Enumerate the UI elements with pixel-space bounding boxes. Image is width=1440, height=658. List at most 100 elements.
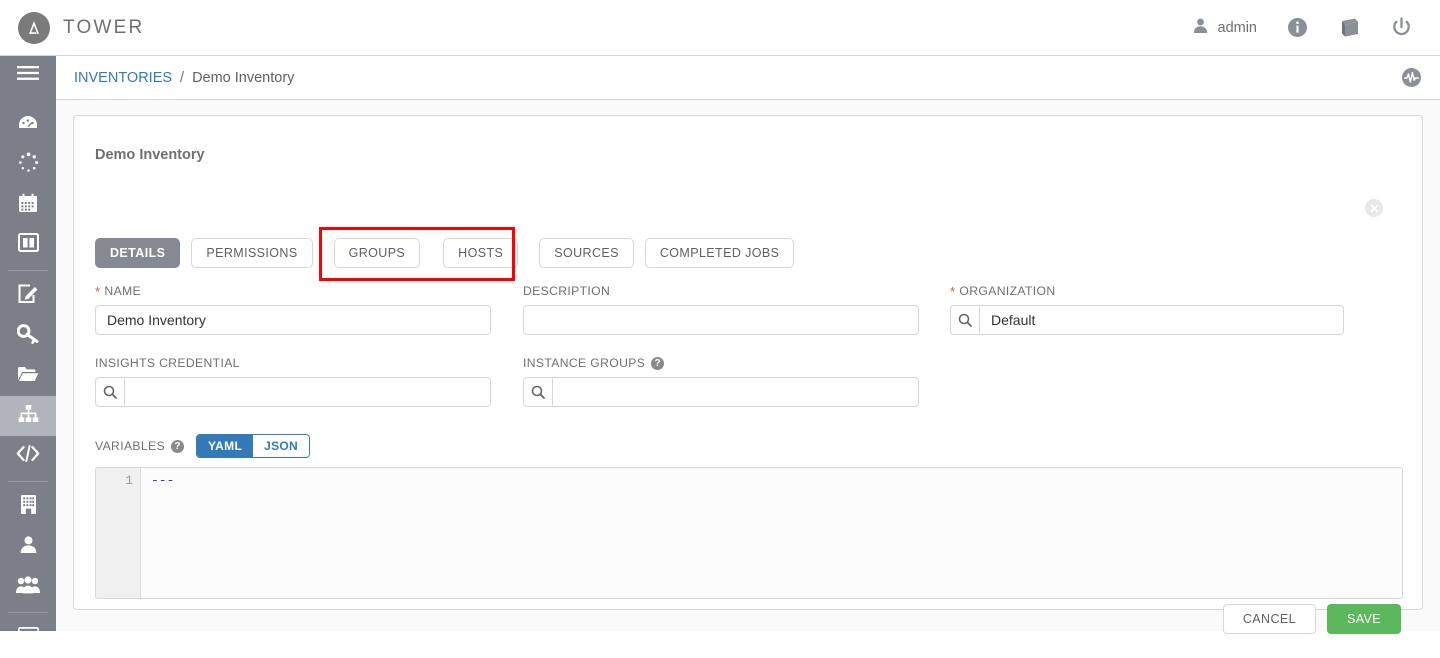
sidebar-item-teams[interactable] [0, 567, 56, 607]
sidebar-item-organizations[interactable] [0, 487, 56, 527]
search-icon[interactable] [524, 378, 553, 406]
required-marker: * [95, 285, 100, 298]
inventory-detail-card: Demo Inventory DETAILS PERMISSIONS GROUP… [73, 115, 1423, 610]
sidebar-divider [8, 612, 48, 613]
tower-logo-icon [18, 12, 50, 44]
header-actions: admin [1192, 17, 1413, 39]
tab-permissions[interactable]: PERMISSIONS [191, 238, 312, 268]
field-name-label-text: NAME [104, 284, 141, 298]
tab-bar: DETAILS PERMISSIONS GROUPS HOSTS SOURCES… [95, 238, 794, 268]
sidebar-item-inventory-scripts[interactable] [0, 436, 56, 476]
list-icon [18, 627, 39, 649]
field-insights-credential: INSIGHTS CREDENTIAL [95, 356, 491, 407]
sidebar-item-notifications[interactable] [0, 618, 56, 658]
variables-editor[interactable]: 1 --- [95, 467, 1403, 599]
required-marker: * [950, 285, 955, 298]
form-row-2: INSIGHTS CREDENTIAL INSTANCE GROUPS ? [95, 356, 1403, 407]
sidebar-item-inventories[interactable] [0, 396, 56, 436]
building-icon [20, 494, 37, 520]
info-icon[interactable] [1287, 17, 1308, 38]
breadcrumb-separator: / [180, 70, 184, 86]
description-input[interactable] [523, 305, 919, 335]
save-button[interactable]: SAVE [1327, 604, 1401, 634]
field-description-label-text: DESCRIPTION [523, 284, 610, 298]
variables-label: VARIABLES [95, 439, 165, 453]
toggle-json[interactable]: JSON [253, 435, 309, 457]
sidebar-item-templates[interactable] [0, 276, 56, 316]
dashboard-gauge-icon [17, 114, 39, 137]
user-icon [19, 535, 38, 559]
activity-stream-icon[interactable] [1401, 67, 1422, 88]
calendar-icon [18, 193, 38, 218]
field-description-label: DESCRIPTION [523, 284, 919, 298]
name-input[interactable]: Demo Inventory [95, 305, 491, 335]
portal-columns-icon [18, 233, 39, 257]
close-icon[interactable] [1365, 199, 1383, 217]
app-header: TOWER admin [0, 0, 1440, 56]
main-content: INVENTORIES / Demo Inventory Demo Invent… [56, 56, 1440, 631]
field-instance-groups-label: INSTANCE GROUPS ? [523, 356, 919, 370]
breadcrumb-current: Demo Inventory [192, 70, 294, 86]
book-icon[interactable] [1338, 17, 1361, 38]
tab-hosts[interactable]: HOSTS [443, 238, 518, 268]
field-insights-credential-label: INSIGHTS CREDENTIAL [95, 356, 491, 370]
search-icon[interactable] [96, 378, 125, 406]
variables-section: VARIABLES ? YAML JSON 1 --- [95, 434, 1403, 599]
sidebar-item-users[interactable] [0, 527, 56, 567]
sidebar-item-dashboard[interactable] [0, 105, 56, 145]
insights-credential-input[interactable] [95, 377, 491, 407]
hamburger-icon [17, 65, 39, 86]
power-icon[interactable] [1391, 17, 1412, 38]
toggle-yaml[interactable]: YAML [197, 435, 253, 457]
sitemap-icon [18, 404, 39, 428]
menu-toggle[interactable] [0, 56, 56, 95]
brand[interactable]: TOWER [18, 12, 144, 44]
inventory-form: * NAME Demo Inventory DESCRIPTION [95, 284, 1403, 407]
tab-groups[interactable]: GROUPS [334, 238, 421, 268]
breadcrumb-inventories-link[interactable]: INVENTORIES [74, 70, 172, 86]
edit-pencil-icon [18, 283, 39, 309]
code-icon [16, 445, 40, 467]
jobs-spinner-icon [18, 152, 39, 178]
format-toggle: YAML JSON [196, 434, 310, 458]
card-title: Demo Inventory [95, 147, 205, 163]
form-row-1: * NAME Demo Inventory DESCRIPTION [95, 284, 1403, 335]
editor-gutter: 1 [96, 468, 141, 598]
cancel-button[interactable]: CANCEL [1223, 604, 1316, 634]
field-organization-label-text: ORGANIZATION [959, 284, 1055, 298]
form-actions: CANCEL SAVE [1223, 604, 1401, 634]
sidebar-item-projects[interactable] [0, 356, 56, 396]
sidebar-divider [8, 481, 48, 482]
organization-input[interactable]: Default [950, 305, 1344, 335]
sidebar-item-credentials[interactable] [0, 316, 56, 356]
field-name: * NAME Demo Inventory [95, 284, 491, 335]
sidebar-item-schedules[interactable] [0, 185, 56, 225]
folder-icon [17, 365, 39, 388]
users-group-icon [16, 576, 40, 599]
sidebar [0, 56, 56, 631]
header-user-name: admin [1218, 20, 1258, 36]
field-description: DESCRIPTION [523, 284, 919, 335]
help-icon[interactable]: ? [651, 357, 664, 370]
help-icon[interactable]: ? [171, 440, 184, 453]
field-name-label: * NAME [95, 284, 491, 298]
field-organization-label: * ORGANIZATION [950, 284, 1344, 298]
sidebar-item-jobs[interactable] [0, 145, 56, 185]
editor-content[interactable]: --- [141, 468, 1402, 598]
field-organization: * ORGANIZATION Default [950, 284, 1344, 335]
sidebar-item-portal[interactable] [0, 225, 56, 265]
name-input-value: Demo Inventory [96, 312, 217, 328]
key-icon [17, 323, 39, 349]
tab-completed-jobs[interactable]: COMPLETED JOBS [645, 238, 795, 268]
breadcrumb-bar: INVENTORIES / Demo Inventory [56, 56, 1440, 100]
instance-groups-input[interactable] [523, 377, 919, 407]
organization-input-value: Default [980, 312, 1035, 328]
header-user[interactable]: admin [1192, 17, 1258, 39]
sidebar-divider [8, 270, 48, 271]
field-instance-groups-label-text: INSTANCE GROUPS [523, 356, 645, 370]
tab-details[interactable]: DETAILS [95, 238, 180, 268]
search-icon[interactable] [951, 306, 980, 334]
brand-title: TOWER [63, 17, 144, 39]
field-insights-credential-label-text: INSIGHTS CREDENTIAL [95, 356, 240, 370]
tab-sources[interactable]: SOURCES [539, 238, 634, 268]
